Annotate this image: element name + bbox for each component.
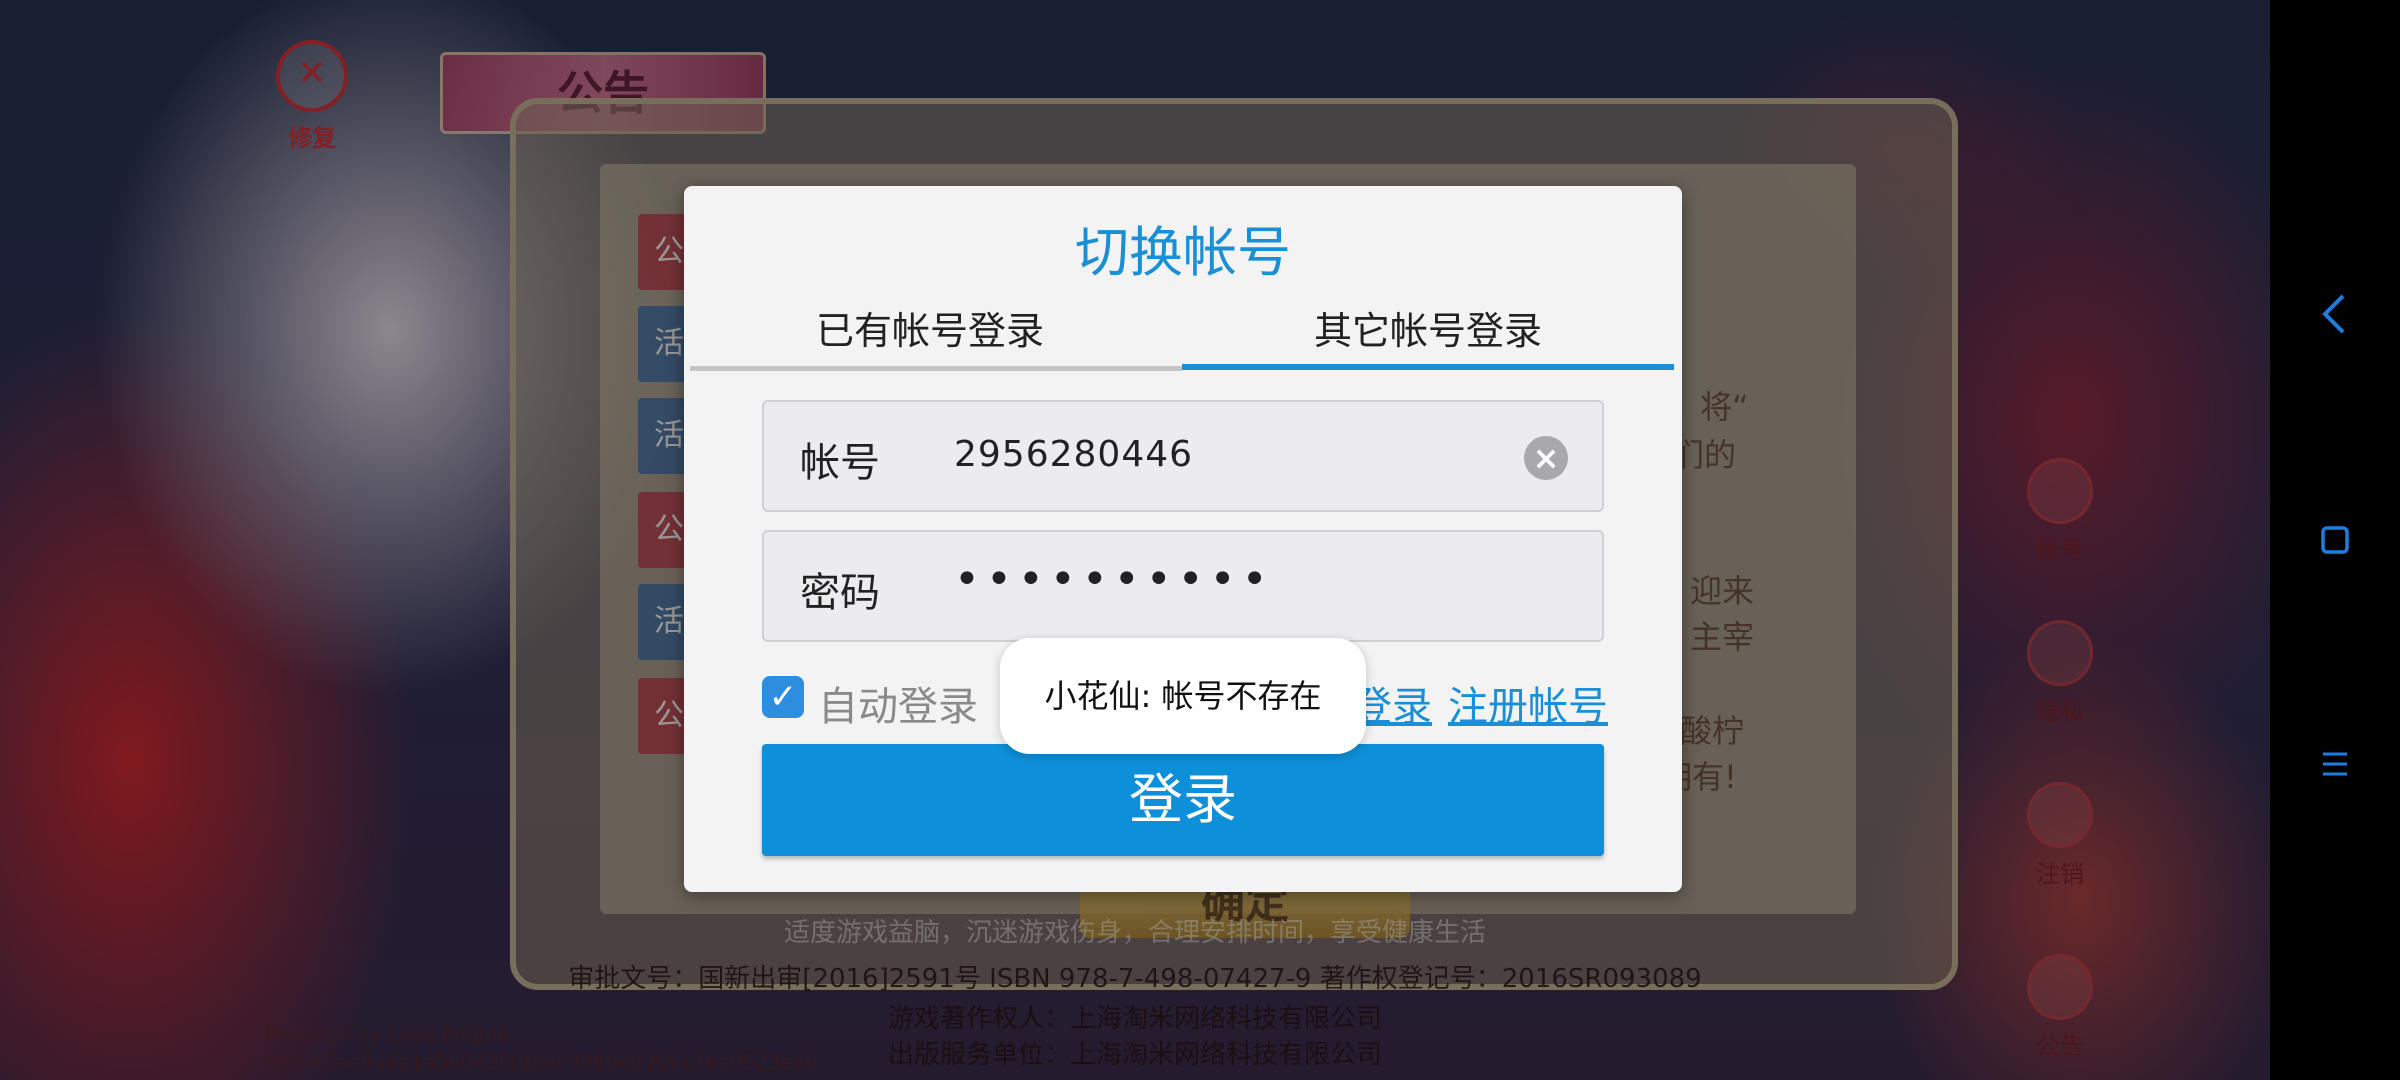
password-input[interactable]: ••••••••••: [954, 554, 1274, 605]
system-navigation-bar: [2270, 0, 2400, 1080]
tab-underline-active: [1182, 364, 1674, 370]
tab-existing-account[interactable]: 已有帐号登录: [684, 300, 1176, 355]
menu-icon[interactable]: [2270, 744, 2400, 788]
account-label: 帐号: [800, 440, 880, 486]
checkmark-icon: ✓: [768, 677, 798, 717]
dialog-title: 切换帐号: [1075, 221, 1291, 284]
error-toast: 小花仙: 帐号不存在: [1000, 638, 1366, 754]
tab-other-account[interactable]: 其它帐号登录: [1182, 300, 1674, 355]
recents-square-icon[interactable]: [2270, 520, 2400, 564]
switch-account-dialog: 切换帐号 已有帐号登录 其它帐号登录 帐号 2956280446 × 密码 ••…: [684, 186, 1682, 892]
auto-login-label[interactable]: 自动登录: [818, 674, 978, 732]
auto-login-checkbox[interactable]: ✓: [762, 676, 804, 718]
password-field[interactable]: 密码 ••••••••••: [762, 530, 1604, 642]
tab-underline-inactive: [690, 366, 1182, 371]
login-button[interactable]: 登录: [762, 744, 1604, 856]
password-label: 密码: [800, 570, 880, 616]
clear-icon[interactable]: ×: [1524, 436, 1568, 480]
account-input[interactable]: 2956280446: [954, 434, 1193, 475]
account-field[interactable]: 帐号 2956280446 ×: [762, 400, 1604, 512]
register-link[interactable]: 注册帐号: [1448, 674, 1608, 732]
back-icon[interactable]: [2270, 288, 2400, 344]
